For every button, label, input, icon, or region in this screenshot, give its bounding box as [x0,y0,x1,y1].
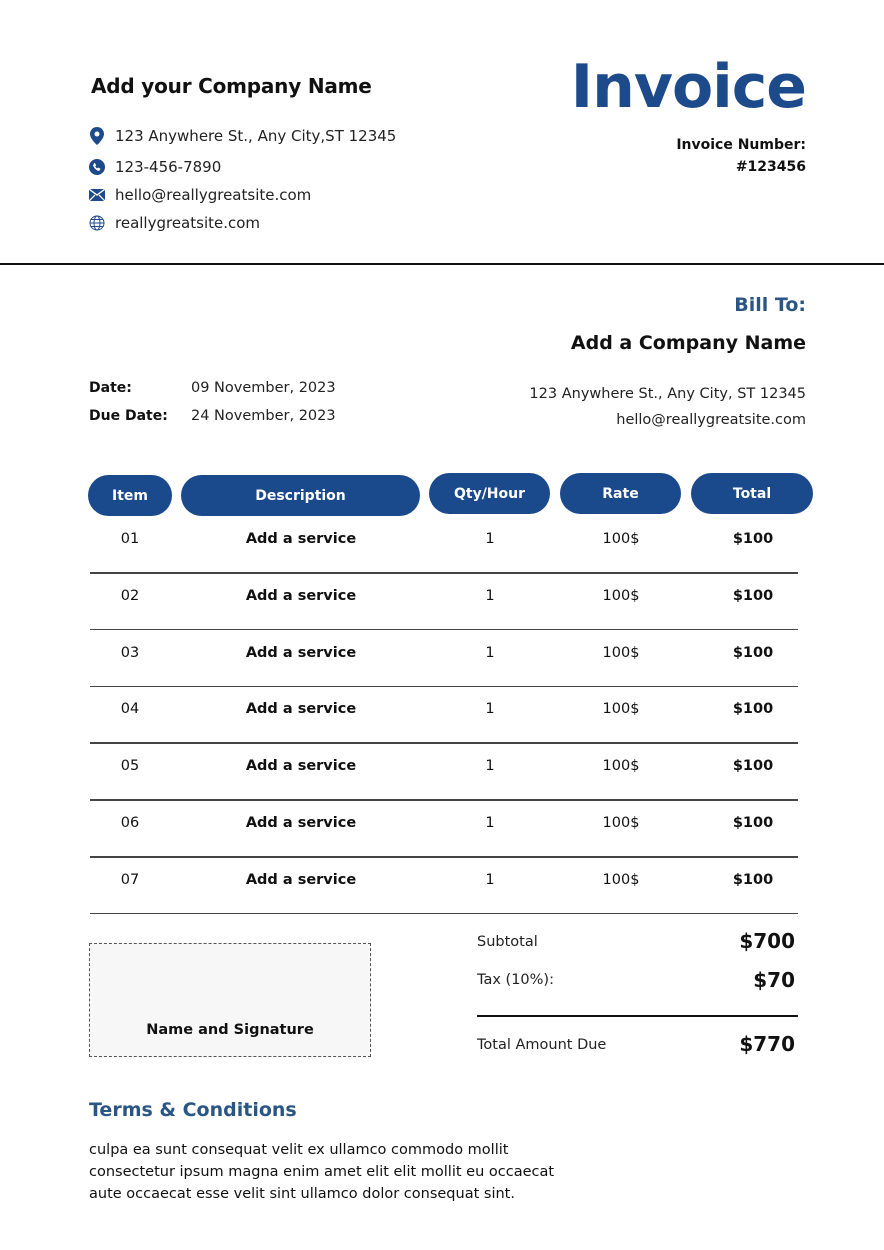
location-pin-icon [88,127,106,145]
bill-to-label: Bill To: [734,294,806,316]
cell-item: 05 [120,758,140,775]
signature-label: Name and Signature [146,1022,314,1038]
cell-total: $100 [732,815,774,831]
cell-rate: 100$ [602,531,640,547]
cell-rate: 100$ [602,701,640,718]
row-divider [90,685,798,688]
column-header-item: Item [88,475,172,516]
date-label: Date: [89,380,132,396]
cell-total: $100 [732,871,774,888]
row-divider [90,912,798,915]
cell-item: 06 [120,815,140,831]
cell-item: 03 [120,644,140,661]
bill-to-company-name: Add a Company Name [570,332,806,354]
row-divider [90,856,798,858]
bill-to-address: 123 Anywhere St., Any City, ST 12345 [529,386,806,402]
cell-total: $100 [732,531,774,547]
total-due-value: $770 [739,1032,795,1056]
globe-icon [88,214,106,232]
terms-line: consectetur ipsum magna enim amet elit e… [89,1164,555,1180]
terms-text: culpa ea sunt consequat velit ex ullamco… [89,1139,609,1205]
row-divider [90,572,798,574]
mail-icon [88,186,106,204]
bill-to-email[interactable]: hello@reallygreatsite.com [616,412,806,428]
cell-description: Add a service [245,815,357,831]
invoice-number: #123456 [735,159,806,175]
sender-website[interactable]: reallygreatsite.com [115,214,260,232]
sender-email[interactable]: hello@reallygreatsite.com [115,186,311,204]
cell-qty: 1 [485,758,495,775]
sender-company-name: Add your Company Name [91,74,372,98]
column-header-rate: Rate [560,473,681,514]
terms-title: Terms & Conditions [89,1099,297,1121]
cell-total: $100 [732,701,774,718]
cell-item: 07 [120,871,140,888]
cell-total: $100 [732,758,774,775]
cell-description: Add a service [245,531,357,547]
sender-email-row: hello@reallygreatsite.com [88,186,311,204]
sender-address: 123 Anywhere St., Any City,ST 12345 [115,127,397,145]
column-header-total: Total [691,473,813,514]
cell-item: 02 [120,587,140,604]
header-divider [0,263,884,265]
tax-value: $70 [753,968,795,992]
cell-qty: 1 [485,644,495,661]
date-value: 09 November, 2023 [191,380,336,396]
row-divider [90,799,798,801]
cell-rate: 100$ [602,644,640,661]
cell-item: 01 [120,531,140,547]
sender-phone: 123-456-7890 [115,158,222,176]
subtotal-value: $700 [739,929,795,953]
subtotal-label: Subtotal [477,934,538,950]
tax-label: Tax (10%): [477,972,554,988]
row-divider [90,628,798,631]
column-header-qty: Qty/Hour [429,473,550,514]
cell-qty: 1 [485,531,495,547]
cell-description: Add a service [245,871,357,888]
row-divider [90,742,798,744]
summary-divider [477,1015,798,1017]
terms-line: aute occaecat esse velit sint ullamco do… [89,1186,515,1202]
cell-rate: 100$ [602,815,640,831]
cell-qty: 1 [485,587,495,604]
cell-rate: 100$ [602,758,640,775]
cell-rate: 100$ [602,587,640,604]
column-header-description: Description [181,475,420,516]
cell-total: $100 [732,644,774,661]
cell-description: Add a service [245,644,357,661]
invoice-title: Invoice [570,52,807,122]
due-date-label: Due Date: [89,408,168,424]
sender-phone-row: 123-456-7890 [88,158,221,176]
cell-item: 04 [120,701,140,718]
sender-address-row: 123 Anywhere St., Any City,ST 12345 [88,127,396,145]
signature-box[interactable] [89,943,371,1057]
sender-website-row: reallygreatsite.com [88,214,260,232]
cell-description: Add a service [245,587,357,604]
cell-description: Add a service [245,758,357,775]
cell-description: Add a service [245,701,357,718]
cell-qty: 1 [485,701,495,718]
terms-line: culpa ea sunt consequat velit ex ullamco… [89,1142,509,1158]
cell-qty: 1 [485,815,495,831]
cell-total: $100 [732,587,774,604]
cell-rate: 100$ [602,871,640,888]
phone-icon [88,158,106,176]
due-date-value: 24 November, 2023 [191,408,336,424]
invoice-number-label: Invoice Number: [676,137,806,153]
total-due-label: Total Amount Due [477,1037,607,1053]
cell-qty: 1 [485,871,495,888]
